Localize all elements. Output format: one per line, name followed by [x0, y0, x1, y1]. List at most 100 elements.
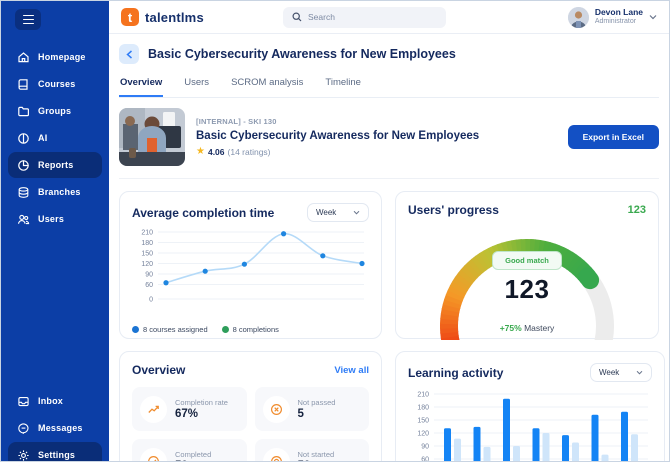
page-title: Basic Cybersecurity Awareness for New Em… [148, 47, 456, 61]
rating-count: (14 ratings) [227, 147, 271, 157]
hamburger-icon [22, 14, 34, 17]
course-code: [INTERNAL] - SKI 130 [196, 117, 277, 126]
legend-item: 8 completions [221, 325, 279, 334]
good-match-badge: Good match [492, 251, 562, 270]
sidebar-item-settings[interactable]: Settings [8, 442, 102, 461]
circle-target-icon [270, 455, 282, 461]
sidebar-item-users[interactable]: Users [8, 206, 102, 232]
svg-text:120: 120 [141, 261, 153, 268]
search-input[interactable] [308, 12, 418, 22]
book-icon [18, 78, 28, 90]
svg-text:60: 60 [145, 282, 153, 289]
learning-activity-title: Learning activity [408, 365, 504, 380]
sidebar-bottom-nav: Inbox Messages Settings [1, 388, 109, 461]
home-icon [18, 51, 29, 62]
pie-chart-icon [18, 159, 29, 171]
sidebar-item-ai[interactable]: AI [8, 125, 102, 151]
search-bar[interactable] [283, 6, 446, 28]
app-window: Homepage Courses Groups AI Reports Branc… [0, 0, 670, 462]
svg-text:60: 60 [421, 457, 429, 462]
stat-not-passed: Not passed 5 [254, 387, 369, 431]
tab-timeline[interactable]: Timeline [324, 72, 362, 97]
svg-text:0: 0 [149, 297, 153, 304]
sidebar-item-courses[interactable]: Courses [8, 71, 102, 97]
completion-time-period-select[interactable]: Week [307, 203, 369, 222]
avatar [567, 6, 589, 28]
users-progress-count: 123 [627, 204, 646, 216]
legend-dot-icon [132, 326, 139, 333]
chart-legend: 8 courses assigned 8 completions [132, 325, 369, 334]
user-meta: Devon Lane Administrator [594, 7, 643, 26]
sidebar-item-branches[interactable]: Branches [8, 179, 102, 205]
tab-users[interactable]: Users [183, 72, 210, 97]
svg-text:210: 210 [417, 392, 429, 399]
sidebar-item-label: Courses [38, 79, 76, 89]
export-excel-button[interactable]: Export in Excel [567, 125, 659, 149]
learning-activity-period-select[interactable]: Week [590, 363, 652, 382]
gear-icon [18, 449, 29, 461]
view-all-link[interactable]: View all [334, 365, 369, 376]
users-progress-card: Users' progress 123 Good match 123 +75% … [395, 191, 659, 340]
brand-icon: t [121, 8, 139, 26]
cards-row-2: Overview View all Completion rate 67% Not… [119, 351, 665, 461]
course-info: [INTERNAL] - SKI 130 Basic Cybersecurity… [196, 117, 479, 157]
learning-activity-bar-chart: 210 180 150 120 90 60 [417, 392, 648, 462]
sidebar-item-reports[interactable]: Reports [8, 152, 102, 178]
topbar: t talentlms Devon Lane Administrator [109, 1, 669, 34]
stat-not-started: Not started50 [254, 439, 369, 461]
circle-x-icon [270, 403, 282, 415]
legend-item: 8 courses assigned [132, 325, 208, 334]
trend-up-icon [148, 405, 159, 413]
svg-text:150: 150 [417, 418, 429, 425]
layers-icon [18, 186, 29, 198]
star-icon: ★ [196, 146, 205, 157]
user-menu[interactable]: Devon Lane Administrator [567, 6, 657, 28]
inbox-icon [18, 396, 29, 406]
chevron-left-icon [125, 49, 132, 59]
folder-icon [18, 106, 29, 116]
chevron-down-icon [649, 15, 657, 20]
ai-icon [18, 132, 29, 144]
back-button[interactable] [119, 44, 139, 64]
sidebar-item-label: Reports [38, 160, 74, 170]
menu-toggle-button[interactable] [15, 9, 41, 30]
completion-time-line-chart: 210 180 150 120 90 60 0 [141, 230, 365, 304]
course-thumbnail [119, 108, 185, 166]
sidebar-item-messages[interactable]: Messages [8, 415, 102, 441]
sidebar-item-label: Homepage [38, 52, 86, 62]
sidebar-item-label: AI [38, 133, 48, 143]
completion-time-card: Average completion time Week 210 180 150 12… [119, 191, 382, 339]
learning-activity-card: Learning activity Week 210 180 150 120 90 60 [395, 351, 665, 462]
sidebar-item-label: Branches [38, 187, 81, 197]
legend-dot-icon [221, 326, 229, 333]
user-role: Administrator [594, 17, 637, 25]
completion-time-title: Average completion time [132, 205, 275, 220]
search-icon [292, 12, 302, 22]
stat-completion-rate: Completion rate 67% [132, 387, 247, 431]
sidebar-item-label: Groups [38, 106, 72, 116]
tab-overview[interactable]: Overview [119, 72, 164, 97]
sidebar: Homepage Courses Groups AI Reports Branc… [1, 1, 109, 461]
page-header: Basic Cybersecurity Awareness for New Em… [119, 42, 659, 66]
course-rating: ★ 4.06 (14 ratings) [196, 146, 479, 158]
users-progress-title: Users' progress [408, 203, 499, 217]
brand-logo[interactable]: t talentlms [121, 8, 204, 26]
svg-text:90: 90 [421, 444, 429, 451]
svg-text:180: 180 [417, 405, 429, 412]
tab-scrom-analysis[interactable]: SCROM analysis [230, 72, 304, 97]
sidebar-item-label: Settings [38, 450, 76, 460]
course-summary: [INTERNAL] - SKI 130 Basic Cybersecurity… [119, 98, 659, 179]
sidebar-nav: Homepage Courses Groups AI Reports Branc… [1, 44, 109, 233]
brand-name: talentlms [145, 9, 204, 25]
sidebar-item-groups[interactable]: Groups [8, 98, 102, 124]
sidebar-item-inbox[interactable]: Inbox [8, 388, 102, 414]
user-name: Devon Lane [594, 7, 643, 18]
stat-completed: Completed50 [132, 439, 247, 461]
chevron-down-icon [353, 210, 360, 215]
sidebar-item-homepage[interactable]: Homepage [8, 44, 102, 70]
tab-bar: Overview Users SCROM analysis Timeline [119, 72, 659, 98]
sidebar-item-label: Inbox [38, 396, 63, 406]
overview-card: Overview View all Completion rate 67% Not… [119, 351, 382, 461]
stats-grid: Completion rate 67% Not passed 5 Completed… [132, 387, 369, 461]
progress-value: 123 [504, 274, 550, 304]
